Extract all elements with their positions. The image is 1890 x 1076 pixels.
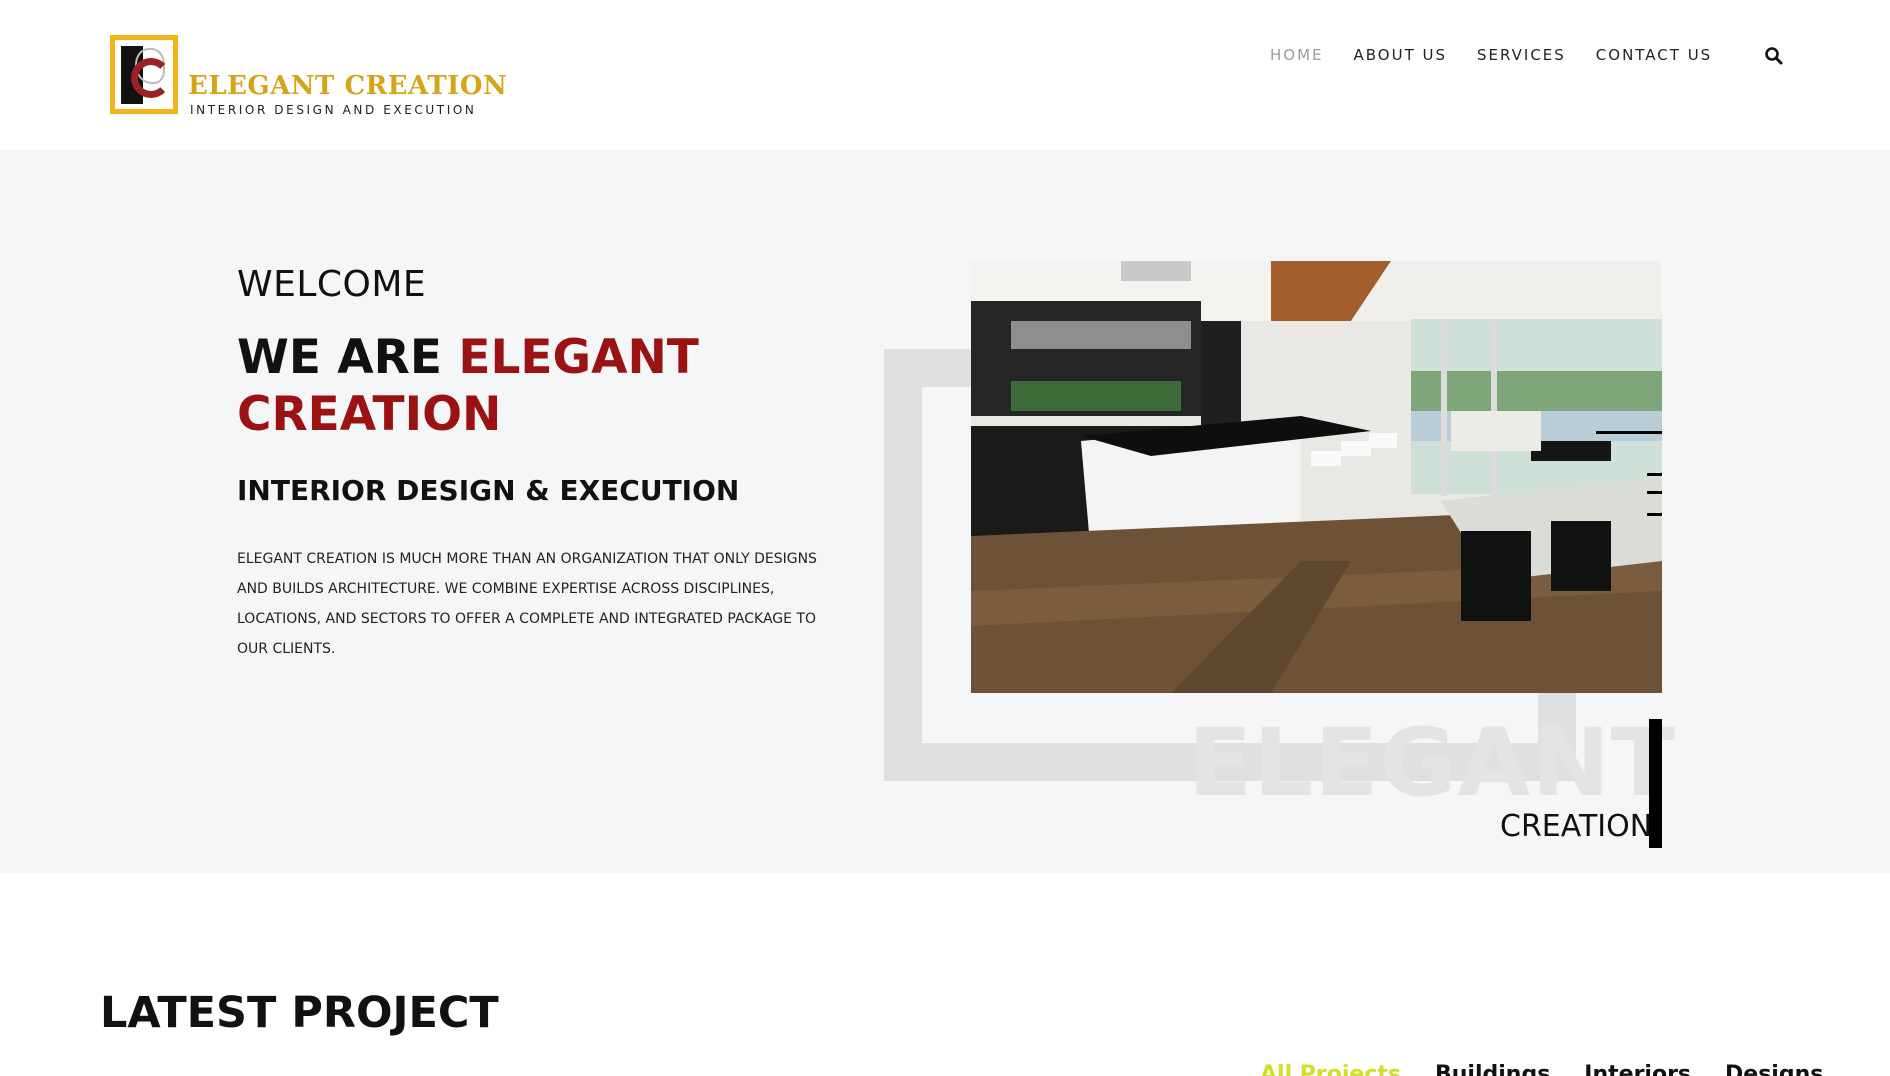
search-icon[interactable] (1764, 46, 1784, 66)
nav-item-about-us[interactable]: ABOUT US (1354, 46, 1448, 64)
accent-dash (1596, 431, 1662, 434)
hero-subheading: INTERIOR DESIGN & EXECUTION (237, 474, 740, 507)
accent-dash (1647, 473, 1662, 476)
hero-headline: WE ARE ELEGANT CREATION (237, 329, 797, 443)
nav-item-services[interactable]: SERVICES (1477, 46, 1566, 64)
logo-name: ELEGANT CREATION (188, 71, 508, 101)
hero-section: WELCOME WE ARE ELEGANT CREATION INTERIOR… (0, 149, 1890, 873)
logo-emblem-icon (110, 35, 178, 114)
accent-dash (1647, 513, 1662, 516)
creation-caption: CREATION (1500, 809, 1653, 844)
nav-item-home[interactable]: HOME (1270, 46, 1324, 64)
watermark-text: ELEGANT (1188, 709, 1677, 818)
site-header: ELEGANT CREATION INTERIOR DESIGN AND EXE… (0, 0, 1890, 149)
hero-description: ELEGANT CREATION IS MUCH MORE THAN AN OR… (237, 551, 817, 657)
filter-buildings[interactable]: Buildings (1435, 1062, 1550, 1076)
filter-interiors[interactable]: Interiors (1584, 1062, 1691, 1076)
nav-item-contact-us[interactable]: CONTACT US (1596, 46, 1712, 64)
filter-all-projects[interactable]: All Projects (1260, 1062, 1401, 1076)
latest-project-heading: LATEST PROJECT (100, 988, 499, 1038)
accent-bar (1649, 719, 1662, 848)
project-filters: All Projects Buildings Interiors Designs (1260, 1062, 1823, 1076)
welcome-heading: WELCOME (237, 264, 427, 305)
headline-lead: WE ARE (237, 330, 459, 385)
filter-designs[interactable]: Designs (1725, 1062, 1823, 1076)
main-nav: HOME ABOUT US SERVICES CONTACT US (1270, 46, 1742, 64)
logo-tagline: INTERIOR DESIGN AND EXECUTION (190, 103, 477, 117)
accent-dash (1647, 491, 1662, 494)
brand-logo[interactable]: ELEGANT CREATION INTERIOR DESIGN AND EXE… (108, 33, 507, 119)
hero-kitchen-image (971, 261, 1662, 693)
